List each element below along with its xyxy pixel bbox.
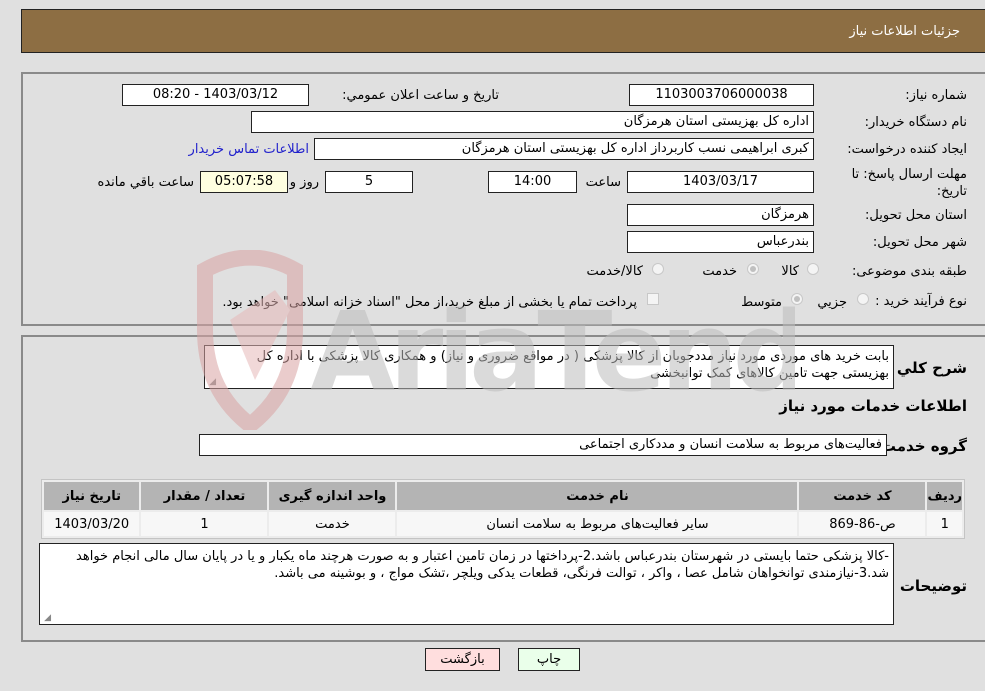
buyer-org-label: نام دستگاه خریدار:: [864, 115, 967, 130]
time-remaining-field: 05:07:58: [200, 171, 288, 193]
category-radio-goods-service[interactable]: [652, 263, 664, 275]
treasury-checkbox[interactable]: [647, 293, 659, 305]
cell-quantity: 1: [141, 512, 268, 536]
category-radio-goods[interactable]: [807, 263, 819, 275]
deadline-label: مهلت ارسال پاسخ: تا تاریخ:: [851, 167, 967, 199]
buyer-contact-link[interactable]: اطلاعات تماس خریدار: [189, 142, 309, 157]
service-group-field: فعالیت‌های مربوط به سلامت انسان و مددکار…: [199, 434, 887, 456]
delivery-city-field: بندرعباس: [627, 231, 814, 253]
deadline-time-field: 14:00: [488, 171, 577, 193]
creator-field: کبری ابراهیمی نسب کاربرداز اداره کل بهزی…: [314, 138, 814, 160]
need-details-panel: شرح كلي نياز: بابت خرید های موردی مورد ن…: [21, 335, 985, 642]
col-service-name: نام خدمت: [397, 482, 798, 510]
delivery-city-label: شهر محل تحویل:: [872, 235, 967, 250]
category-radio-service[interactable]: [747, 263, 759, 275]
service-group-label: گروه خدمت:: [874, 437, 967, 455]
delivery-province-label: استان محل تحویل:: [865, 208, 967, 223]
cell-row-number: 1: [927, 512, 962, 536]
process-radio-minor[interactable]: [857, 293, 869, 305]
cell-service-code: ص-86-869: [799, 512, 926, 536]
resize-handle-icon[interactable]: ◢: [208, 378, 216, 387]
category-goods-service-label: کالا/خدمت: [586, 264, 643, 279]
services-table: ردیف کد خدمت نام خدمت واحد اندازه گیری ت…: [41, 479, 965, 539]
services-heading: اطلاعات خدمات مورد نیاز: [779, 397, 967, 415]
buyer-notes-textarea[interactable]: -کالا پزشکی حتما بایستی در شهرستان بندرع…: [39, 543, 894, 625]
process-medium-label: متوسط: [741, 295, 782, 310]
cell-need-date: 1403/03/20: [44, 512, 140, 536]
resize-handle-icon[interactable]: ◢: [43, 614, 51, 623]
page-title: جزئیات اطلاعات نیاز: [849, 24, 960, 39]
table-row: 1 ص-86-869 سایر فعالیت‌های مربوط به سلام…: [44, 512, 962, 536]
buyer-notes-text: -کالا پزشکی حتما بایستی در شهرستان بندرع…: [76, 549, 889, 581]
category-service-label: خدمت: [702, 264, 737, 279]
process-minor-label: جزيي: [817, 295, 847, 310]
back-button[interactable]: بازگشت: [425, 648, 500, 671]
delivery-province-field: هرمزگان: [627, 204, 814, 226]
days-label: روز و: [289, 175, 319, 190]
category-goods-label: کالا: [781, 264, 799, 279]
process-radio-medium[interactable]: [791, 293, 803, 305]
treasury-note: پرداخت تمام یا بخشی از مبلغ خرید،از محل …: [222, 295, 637, 310]
deadline-date-field: 1403/03/17: [627, 171, 814, 193]
deadline-time-label: ساعت: [585, 175, 621, 190]
buyer-org-field: اداره کل بهزیستی استان هرمزگان: [251, 111, 814, 133]
col-row-number: ردیف: [927, 482, 962, 510]
announce-date-field: 1403/03/12 - 08:20: [122, 84, 309, 106]
description-textarea[interactable]: بابت خرید های موردی مورد نیاز مددجویان ا…: [204, 345, 894, 389]
cell-unit: خدمت: [269, 512, 396, 536]
announce-date-label: تاريخ و ساعت اعلان عمومي:: [342, 88, 499, 103]
page-header: جزئیات اطلاعات نیاز: [21, 9, 985, 53]
need-number-label: شماره نیاز:: [905, 88, 967, 103]
need-number-field: 1103003706000038: [629, 84, 814, 106]
creator-label: ایجاد کننده درخواست:: [847, 142, 967, 157]
print-button[interactable]: چاپ: [518, 648, 580, 671]
category-label: طبقه بندی موضوعی:: [851, 264, 967, 279]
need-info-panel: شماره نیاز: 1103003706000038 تاريخ و ساع…: [21, 72, 985, 326]
col-unit: واحد اندازه گیری: [269, 482, 396, 510]
cell-service-name: سایر فعالیت‌های مربوط به سلامت انسان: [397, 512, 798, 536]
col-quantity: تعداد / مقدار: [141, 482, 268, 510]
col-service-code: کد خدمت: [799, 482, 926, 510]
col-need-date: تاریخ نیاز: [44, 482, 140, 510]
description-text: بابت خرید های موردی مورد نیاز مددجویان ا…: [256, 349, 889, 381]
process-type-label: نوع فرآیند خرید :: [875, 294, 967, 309]
days-remaining-field: 5: [325, 171, 413, 193]
services-table-header: ردیف کد خدمت نام خدمت واحد اندازه گیری ت…: [44, 482, 962, 510]
time-remaining-label: ساعت باقي مانده: [97, 175, 194, 190]
